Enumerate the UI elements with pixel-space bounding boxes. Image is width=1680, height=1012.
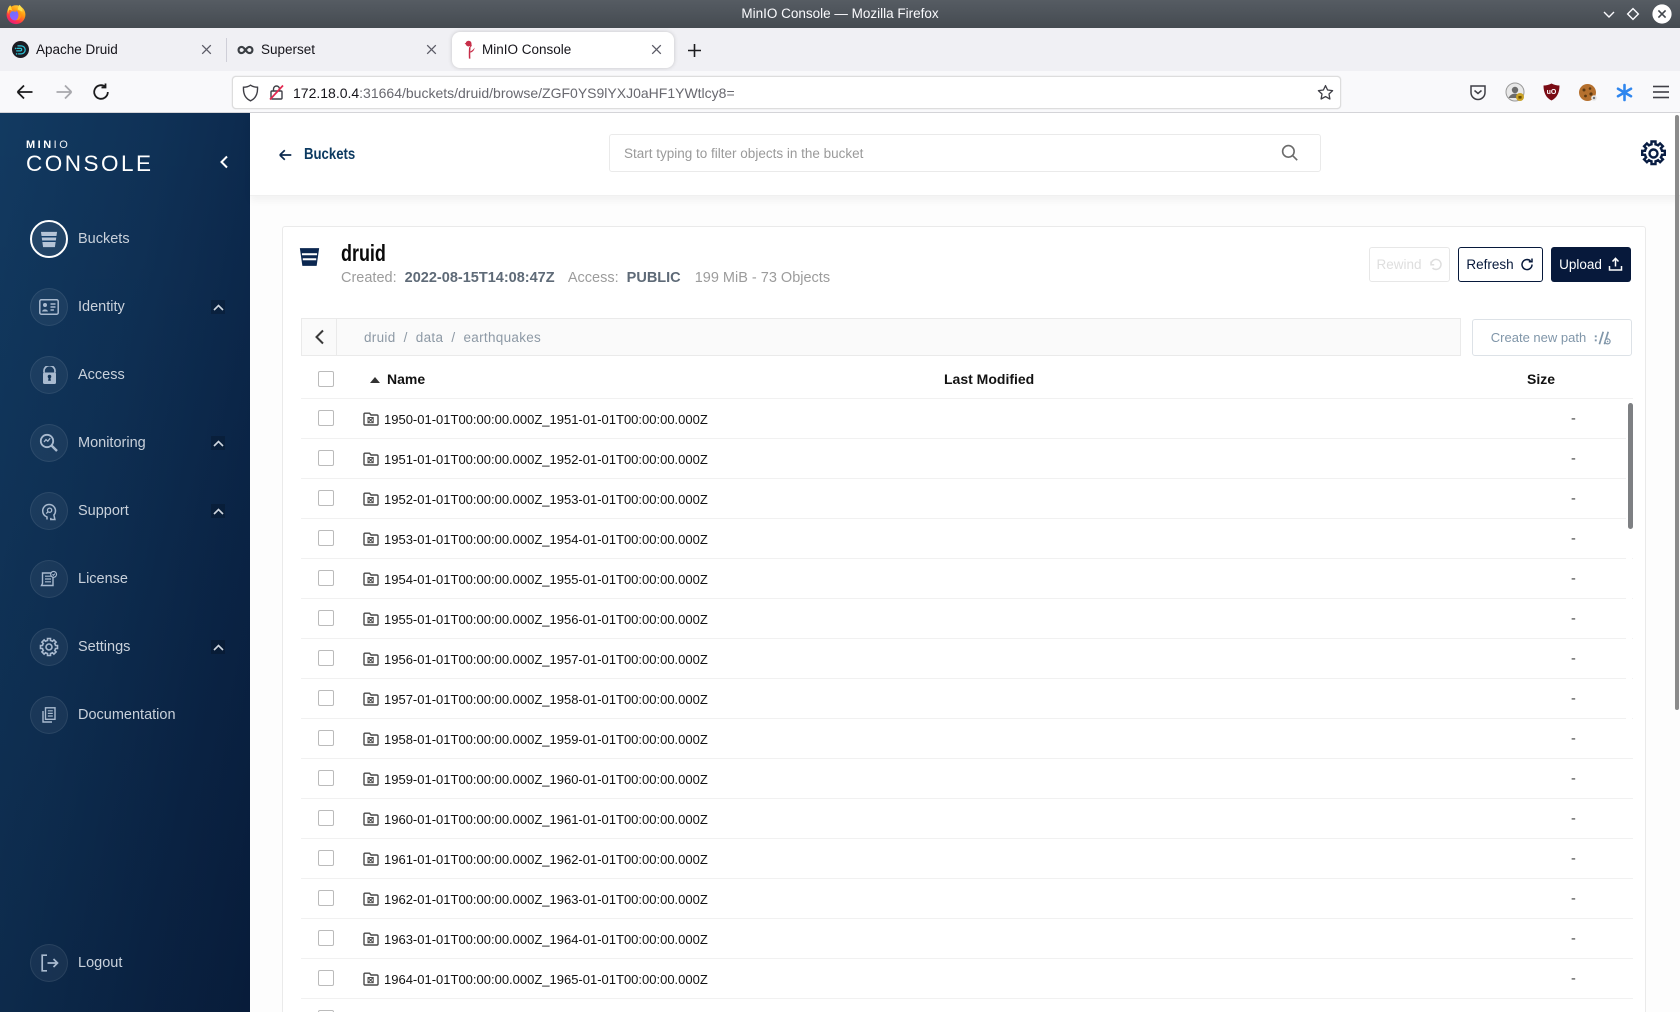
svg-text:uO: uO (1547, 89, 1557, 96)
